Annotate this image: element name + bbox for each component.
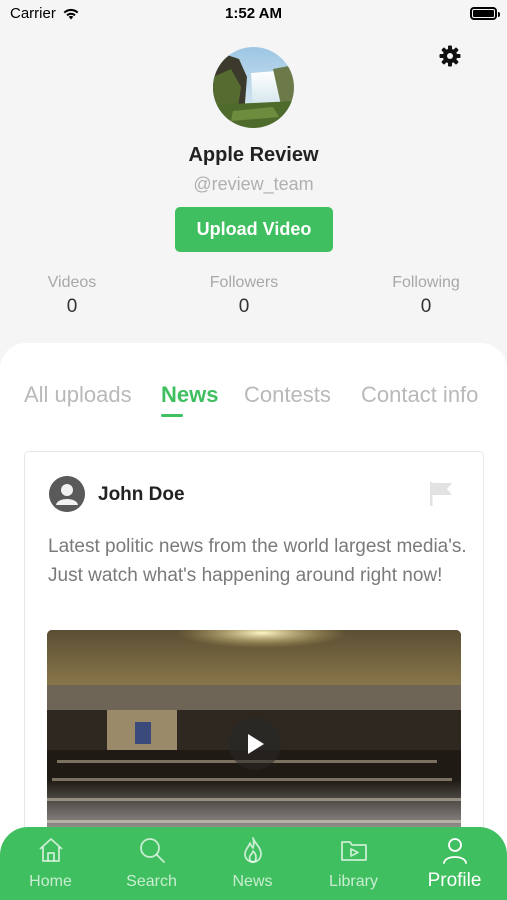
search-icon [140, 838, 165, 863]
tab-all-uploads[interactable]: All uploads [24, 382, 132, 408]
flame-icon [244, 837, 262, 863]
post-card[interactable]: John Doe Latest politic news from the wo… [24, 451, 484, 871]
tabbar-news[interactable]: News [202, 827, 303, 900]
play-button[interactable] [229, 718, 281, 770]
status-bar: Carrier 1:52 AM [0, 0, 507, 28]
flag-icon [430, 482, 452, 506]
tabbar-search[interactable]: Search [101, 827, 202, 900]
stat-label: Videos [47, 274, 97, 291]
home-icon [39, 838, 63, 862]
profile-tabs: All uploads News Contests Contact info [0, 382, 507, 422]
tabbar-label: Profile [427, 870, 482, 891]
post-video-thumbnail[interactable] [47, 630, 461, 860]
tab-contests[interactable]: Contests [244, 382, 331, 408]
person-icon [443, 838, 467, 864]
profile-stats: Videos 0 Followers 0 Following 0 [0, 274, 507, 324]
stat-label: Following [392, 274, 460, 291]
battery-icon [470, 7, 500, 20]
report-flag-button[interactable] [427, 480, 455, 508]
tabbar-label: Library [329, 873, 378, 890]
user-icon [49, 476, 85, 512]
video-folder-icon [341, 841, 367, 861]
tabbar-label: Home [29, 873, 72, 890]
profile-name: Apple Review [188, 144, 319, 166]
stat-value: 0 [420, 296, 432, 317]
post-author-name[interactable]: John Doe [98, 484, 185, 506]
tabbar-library[interactable]: Library [303, 827, 404, 900]
stat-value: 0 [238, 296, 250, 317]
avatar-image [213, 47, 294, 128]
stat-value: 0 [66, 296, 78, 317]
tab-contact-info[interactable]: Contact info [361, 382, 478, 408]
stat-videos[interactable]: Videos 0 [2, 274, 142, 318]
active-tab-indicator [161, 414, 183, 417]
settings-button[interactable] [436, 42, 464, 70]
tabbar-profile[interactable]: Profile [404, 827, 505, 900]
gear-icon [439, 45, 461, 67]
tabbar-home[interactable]: Home [0, 827, 101, 900]
tab-news[interactable]: News [161, 382, 218, 408]
tabbar-label: News [232, 873, 273, 890]
post-author-avatar[interactable] [49, 476, 85, 512]
tabbar-label: Search [126, 873, 177, 890]
status-time: 1:52 AM [225, 5, 282, 22]
profile-avatar[interactable] [213, 47, 294, 128]
stat-followers[interactable]: Followers 0 [174, 274, 314, 318]
bottom-tab-bar: Home Search News Library Profile [0, 827, 507, 900]
play-icon [248, 734, 264, 754]
stat-following[interactable]: Following 0 [356, 274, 496, 318]
stat-label: Followers [209, 274, 279, 291]
upload-video-button[interactable]: Upload Video [175, 207, 333, 252]
profile-handle: @review_team [193, 174, 314, 194]
post-text: Latest politic news from the world large… [48, 536, 467, 586]
